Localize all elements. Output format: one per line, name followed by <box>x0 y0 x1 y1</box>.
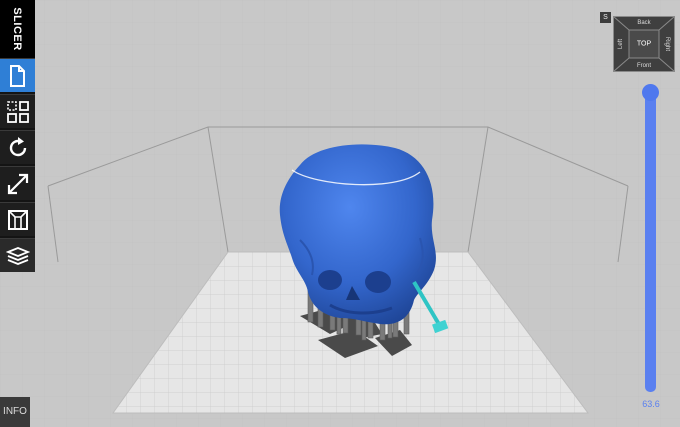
app-title-label: SLICER <box>11 7 23 51</box>
rotate-button[interactable] <box>0 130 35 164</box>
scale-button[interactable] <box>0 166 35 200</box>
arrange-button[interactable] <box>0 94 35 128</box>
layer-slider-track[interactable] <box>645 92 656 392</box>
view-right-face[interactable]: Right <box>664 37 670 51</box>
view-front-face[interactable]: Front <box>637 63 651 69</box>
rotate-icon <box>9 137 27 157</box>
view-cube-settings-button[interactable]: S <box>600 12 611 23</box>
view-back-face[interactable]: Back <box>637 20 650 26</box>
layer-slider-handle[interactable] <box>642 84 659 101</box>
view-cube[interactable]: TOP Back Front Left Right <box>613 16 675 72</box>
app-title: SLICER <box>0 0 35 58</box>
left-toolbar: SLICER <box>0 0 35 272</box>
resize-arrow-icon <box>7 173 29 195</box>
support-structure-icon <box>8 210 28 230</box>
layer-height-value: 63.6 <box>642 399 660 409</box>
grid-layout-icon <box>7 101 29 123</box>
scene-canvas <box>0 0 680 427</box>
new-file-button[interactable] <box>0 58 35 92</box>
view-top-face[interactable]: TOP <box>637 41 651 48</box>
3d-viewport[interactable] <box>0 0 680 427</box>
layers-icon <box>6 247 30 265</box>
view-left-face[interactable]: Left <box>618 39 624 49</box>
supports-button[interactable] <box>0 202 35 236</box>
layers-button[interactable] <box>0 238 35 272</box>
info-button[interactable]: INFO <box>0 397 30 427</box>
document-icon <box>10 65 25 87</box>
